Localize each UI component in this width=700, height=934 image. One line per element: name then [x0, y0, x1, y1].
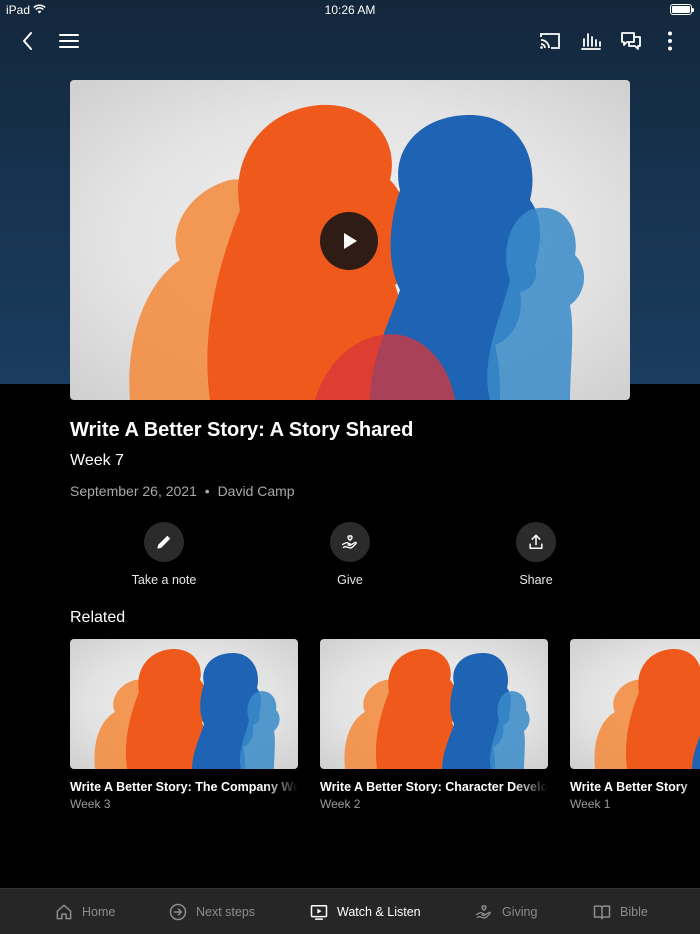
- giving-hand-icon: [330, 522, 370, 562]
- take-note-button[interactable]: Take a note: [104, 522, 224, 587]
- meta-separator: •: [204, 483, 210, 499]
- tab-giving-label: Giving: [502, 905, 538, 919]
- tab-watch-listen[interactable]: Watch & Listen: [309, 889, 421, 934]
- back-icon[interactable]: [15, 28, 41, 54]
- play-icon: [344, 233, 357, 249]
- tab-bible[interactable]: Bible: [592, 889, 648, 934]
- arrow-circle-icon: [169, 903, 187, 921]
- related-card[interactable]: Write A Better Story: Character Developm…: [320, 639, 548, 811]
- related-week: Week 2: [320, 797, 361, 811]
- more-icon[interactable]: [657, 28, 683, 54]
- tab-bible-label: Bible: [620, 905, 648, 919]
- sermon-speaker: David Camp: [217, 483, 295, 499]
- tab-home-label: Home: [82, 905, 116, 919]
- related-card[interactable]: Write A Better Story Week 1: [570, 639, 700, 811]
- related-thumbnail: [570, 639, 700, 769]
- give-label: Give: [337, 573, 363, 587]
- take-note-label: Take a note: [131, 573, 197, 587]
- status-bar: iPad 10:26 AM: [0, 0, 700, 20]
- tab-giving[interactable]: Giving: [474, 889, 537, 934]
- battery-icon: [670, 4, 694, 15]
- sermon-subtitle: Week 7: [70, 452, 124, 469]
- related-week: Week 1: [570, 797, 611, 811]
- tab-watch-listen-label: Watch & Listen: [337, 905, 421, 919]
- related-card[interactable]: Write A Better Story: The Company We Kee…: [70, 639, 298, 811]
- share-label: Share: [519, 573, 553, 587]
- related-week: Week 3: [70, 797, 111, 811]
- share-icon: [516, 522, 556, 562]
- related-thumbnail: [320, 639, 548, 769]
- play-button[interactable]: [320, 212, 378, 270]
- clock: 10:26 AM: [324, 3, 376, 17]
- related-title: Write A Better Story: [570, 780, 688, 794]
- sermon-artwork[interactable]: [70, 80, 630, 400]
- related-thumbnail: [70, 639, 298, 769]
- sermon-meta: September 26, 2021 • David Camp: [70, 483, 295, 499]
- cast-icon[interactable]: [537, 28, 563, 54]
- menu-icon[interactable]: [56, 28, 82, 54]
- tab-home[interactable]: Home: [54, 889, 115, 934]
- tab-next-steps-label: Next steps: [196, 905, 256, 919]
- sermon-title: Write A Better Story: A Story Shared: [70, 419, 414, 441]
- tab-next-steps[interactable]: Next steps: [168, 889, 255, 934]
- book-icon: [593, 905, 611, 920]
- related-title: Write A Better Story: Character Developm…: [320, 780, 548, 794]
- tab-bar: Home Next steps Watch & Listen Giving Bi…: [0, 888, 700, 934]
- related-heading: Related: [70, 609, 126, 626]
- giving-hand-icon: [475, 905, 491, 919]
- tv-play-icon: [310, 905, 328, 920]
- audio-icon[interactable]: [578, 28, 604, 54]
- home-icon: [56, 904, 72, 920]
- give-button[interactable]: Give: [290, 522, 410, 587]
- chat-icon[interactable]: [618, 28, 644, 54]
- related-title: Write A Better Story: The Company We Kee…: [70, 780, 298, 794]
- sermon-date: September 26, 2021: [70, 483, 197, 499]
- pencil-icon: [144, 522, 184, 562]
- share-button[interactable]: Share: [476, 522, 596, 587]
